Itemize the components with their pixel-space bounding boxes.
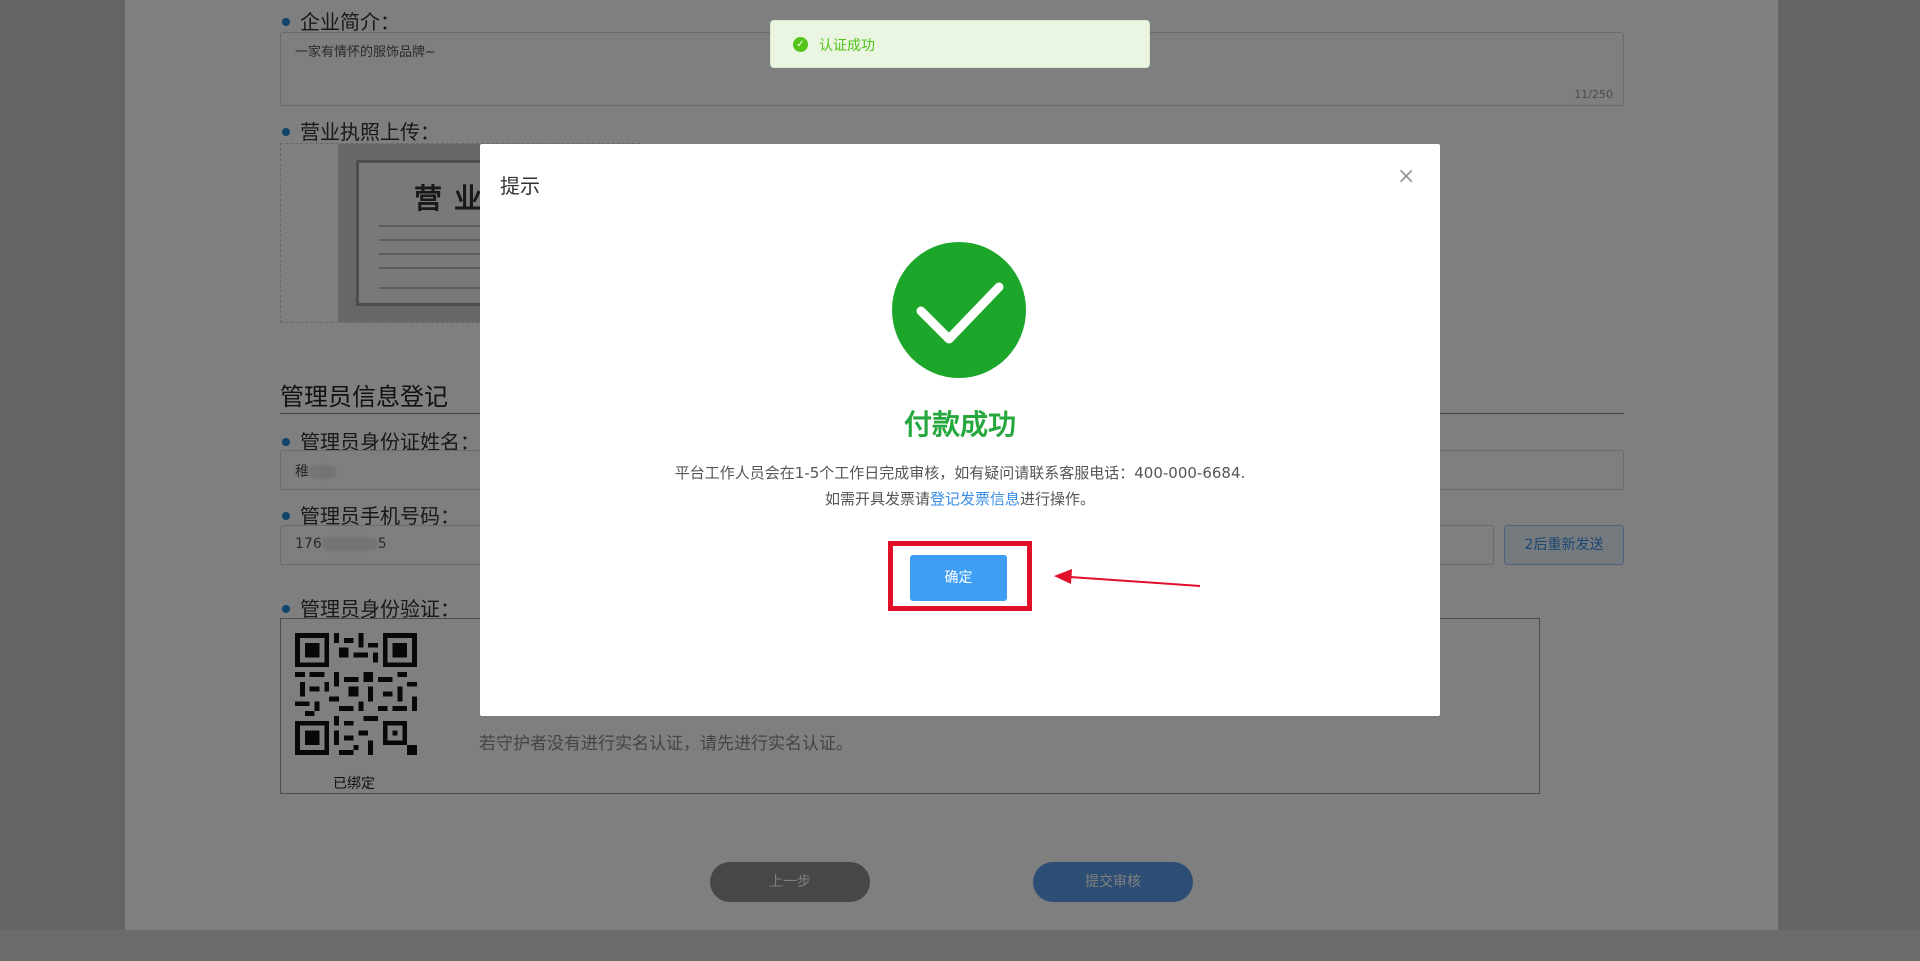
toast-text: 认证成功 [819, 38, 875, 54]
success-toast: ✓ 认证成功 [770, 20, 1150, 68]
invoice-suffix: 进行操作。 [1020, 490, 1096, 508]
dialog-title: 提示 [500, 174, 540, 198]
invoice-prefix: 如需开具发票请 [824, 490, 930, 508]
check-circle-icon [892, 242, 1026, 378]
success-title: 付款成功 [903, 408, 1016, 441]
arrow-icon [1054, 569, 1201, 587]
payment-dialog: 提示 × 付款成功 平台工作人员会在1-5个工作日完成审核，如有疑问请联系客服电… [480, 144, 1440, 716]
close-icon[interactable]: × [1397, 166, 1415, 188]
invoice-link[interactable]: 登记发票信息 [930, 490, 1020, 508]
invoice-message: 如需开具发票请登记发票信息进行操作。 [480, 488, 1440, 509]
confirm-button[interactable]: 确定 [910, 555, 1007, 601]
check-circle-icon: ✓ [793, 37, 808, 52]
review-message: 平台工作人员会在1-5个工作日完成审核，如有疑问请联系客服电话：400-000-… [674, 464, 1246, 482]
